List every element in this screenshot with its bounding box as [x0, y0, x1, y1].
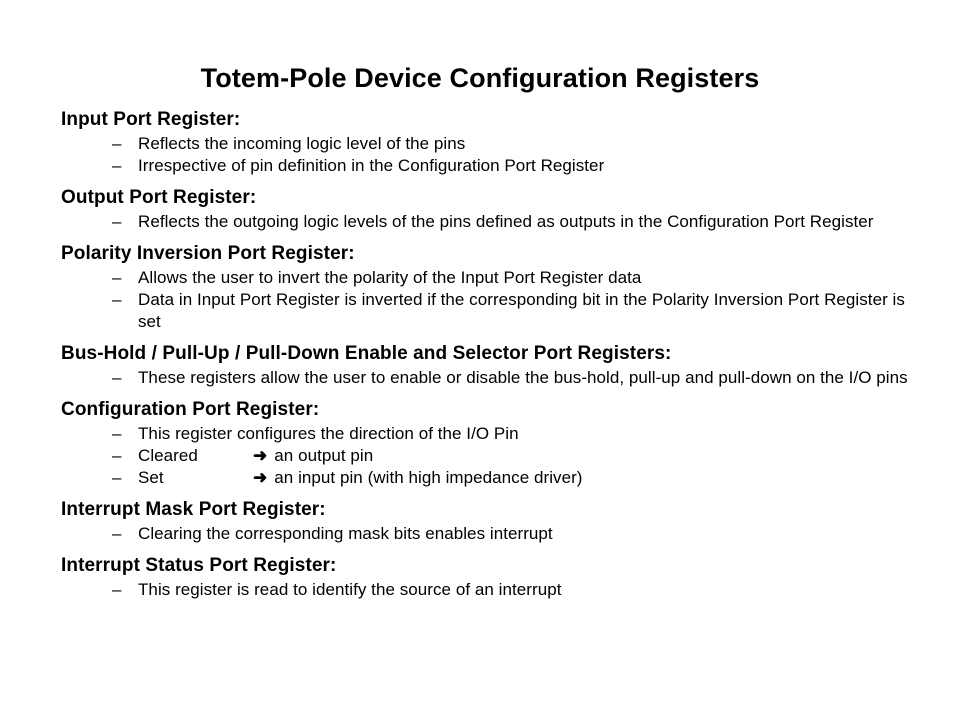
bullet-text: Allows the user to invert the polarity o… [138, 268, 642, 287]
register-heading: Bus-Hold / Pull-Up / Pull-Down Enable an… [61, 343, 672, 364]
register-heading: Interrupt Status Port Register: [61, 555, 337, 576]
page-title: Totem-Pole Device Configuration Register… [200, 63, 760, 94]
bullet-text: an input pin (with high impedance driver… [274, 468, 583, 487]
right-arrow-icon: ➜ [253, 468, 268, 487]
slide-body: Input Port Register: – Reflects the incomi… [61, 108, 921, 601]
bullet-dash-icon: – [112, 524, 122, 543]
list-item: – Irrespective of pin definition in the C… [61, 155, 921, 177]
list-item: – Reflects the incoming logic level of th… [61, 133, 921, 155]
slide-canvas: Totem-Pole Device Configuration Register… [0, 0, 960, 720]
list-item: – Set ➜ an input pin (with high impedance d… [61, 467, 921, 489]
register-section: Polarity Inversion Port Register: – Allows… [61, 242, 921, 333]
bullet-text: Irrespective of pin definition in the Co… [138, 156, 605, 175]
list-item: – Cleared ➜ an output pin [61, 445, 921, 467]
register-heading: Configuration Port Register: [61, 399, 320, 420]
register-bullet-list: – This register configures the direction … [61, 423, 921, 489]
bullet-text: Reflects the incoming logic level of the… [138, 134, 466, 153]
register-section: Input Port Register: – Reflects the incomi… [61, 108, 921, 177]
bullet-text: Reflects the outgoing logic levels of th… [138, 212, 874, 231]
register-heading: Input Port Register: [61, 109, 241, 130]
bullet-term-label: Cleared [138, 446, 198, 465]
list-item: – Clearing the corresponding mask bits en… [61, 523, 921, 545]
register-bullet-list: – Reflects the outgoing logic levels of t… [61, 211, 921, 233]
bullet-text: This register configures the direction o… [138, 424, 519, 443]
bullet-dash-icon: – [112, 424, 122, 443]
bullet-dash-icon: – [112, 156, 122, 175]
list-item: – This register configures the direction … [61, 423, 921, 445]
list-item: – These registers allow the user to enabl… [61, 367, 921, 389]
right-arrow-icon: ➜ [253, 446, 268, 465]
register-section: Configuration Port Register: – This regist… [61, 398, 921, 489]
register-heading: Interrupt Mask Port Register: [61, 499, 326, 520]
register-section: Output Port Register: – Reflects the outgo… [61, 186, 921, 233]
bullet-dash-icon: – [112, 368, 122, 387]
register-bullet-list: – This register is read to identify the s… [61, 579, 921, 601]
list-item: – Allows the user to invert the polarity … [61, 267, 921, 289]
register-section: Interrupt Status Port Register: – This reg… [61, 554, 921, 601]
register-section: Interrupt Mask Port Register: – Clearing t… [61, 498, 921, 545]
bullet-term-label: Set [138, 468, 164, 487]
list-item: – Reflects the outgoing logic levels of t… [61, 211, 921, 233]
bullet-dash-icon: – [112, 268, 122, 287]
bullet-dash-icon: – [112, 290, 122, 309]
bullet-text: These registers allow the user to enable… [138, 368, 908, 387]
bullet-dash-icon: – [112, 134, 122, 153]
bullet-text: an output pin [274, 446, 374, 465]
register-section: Bus-Hold / Pull-Up / Pull-Down Enable an… [61, 342, 921, 389]
bullet-dash-icon: – [112, 580, 122, 599]
list-item: – This register is read to identify the s… [61, 579, 921, 601]
bullet-text: Clearing the corresponding mask bits ena… [138, 524, 553, 543]
register-heading: Polarity Inversion Port Register: [61, 243, 355, 264]
register-bullet-list: – Clearing the corresponding mask bits en… [61, 523, 921, 545]
register-bullet-list: – These registers allow the user to enabl… [61, 367, 921, 389]
register-heading: Output Port Register: [61, 187, 257, 208]
bullet-text: This register is read to identify the so… [138, 580, 562, 599]
bullet-dash-icon: – [112, 446, 122, 465]
bullet-dash-icon: – [112, 468, 122, 487]
register-bullet-list: – Allows the user to invert the polarity … [61, 267, 921, 333]
bullet-dash-icon: – [112, 212, 122, 231]
list-item: – Data in Input Port Register is inverted… [61, 289, 921, 333]
bullet-text: Data in Input Port Register is inverted … [138, 290, 905, 331]
register-bullet-list: – Reflects the incoming logic level of th… [61, 133, 921, 177]
